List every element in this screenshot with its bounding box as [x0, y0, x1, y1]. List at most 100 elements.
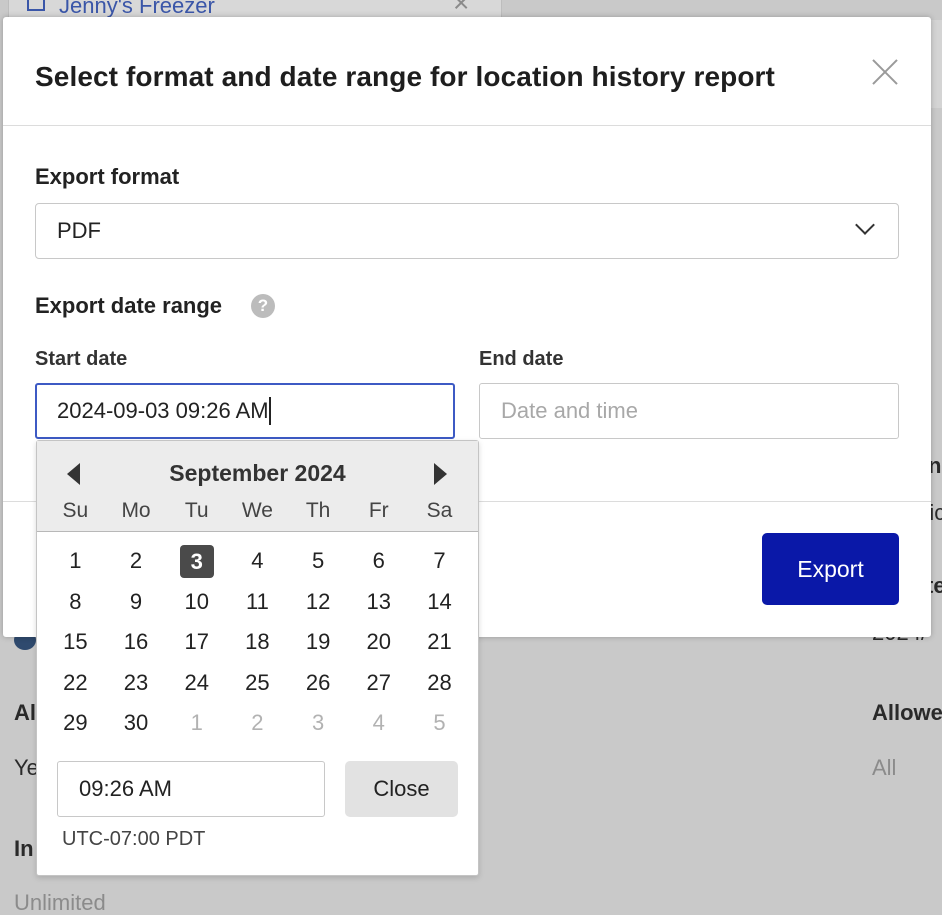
export-format-label: Export format: [35, 164, 180, 189]
document-icon: [27, 0, 45, 11]
time-input[interactable]: 09:26 AM: [57, 761, 325, 817]
calendar-day-number: 7: [433, 548, 446, 573]
background-value: Unlimited: [14, 890, 106, 915]
calendar-day[interactable]: 17: [166, 626, 227, 667]
calendar-day-number: 18: [245, 629, 270, 654]
calendar-day[interactable]: 24: [166, 667, 227, 708]
calendar-day[interactable]: 15: [45, 626, 106, 667]
calendar-day-number: 1: [190, 710, 203, 735]
calendar-day[interactable]: 2: [227, 707, 288, 748]
header-divider: [3, 125, 931, 126]
calendar-day[interactable]: 26: [288, 667, 349, 708]
calendar-day-number: 5: [311, 548, 325, 573]
calendar-day[interactable]: 14: [409, 586, 470, 627]
calendar-day-number: 24: [184, 669, 209, 695]
calendar-day-number: 12: [305, 588, 331, 614]
calendar-day-number: 16: [123, 629, 149, 654]
calendar-day-number: 4: [372, 710, 385, 735]
calendar-day-number: 22: [63, 669, 88, 695]
date-picker-popup: September 2024 Su Mo Tu We Th Fr Sa 1234…: [36, 440, 479, 876]
weekday-label: Th: [305, 499, 331, 522]
weekday-label: Fr: [368, 499, 389, 522]
calendar-day[interactable]: 1: [45, 545, 106, 586]
calendar-day[interactable]: 4: [227, 545, 288, 586]
background-label: Allowe: [872, 700, 942, 725]
weekday-row: Su Mo Tu We Th Fr Sa: [45, 499, 470, 523]
background-tab: Jenny's Freezer ×: [8, 0, 502, 18]
calendar-day[interactable]: 22: [45, 667, 106, 708]
calendar-day-number: 9: [129, 588, 143, 614]
calendar-day[interactable]: 18: [227, 626, 288, 667]
calendar-day[interactable]: 30: [106, 707, 167, 748]
calendar-day-number: 23: [123, 669, 149, 695]
calendar-day[interactable]: 1: [166, 707, 227, 748]
calendar-day-number: 8: [69, 588, 82, 614]
calendar-day[interactable]: 10: [166, 586, 227, 627]
calendar-day[interactable]: 20: [348, 626, 409, 667]
calendar-day-number: 3: [311, 710, 325, 735]
time-value: 09:26 AM: [79, 776, 172, 801]
calendar-week-row: 8 9 10 11 12 13 14: [45, 586, 470, 627]
calendar-week-row: 1 2 3 4 5 6 7: [45, 545, 470, 586]
calendar-day-number: 11: [245, 588, 269, 614]
calendar-day[interactable]: 21: [409, 626, 470, 667]
calendar-day-number: 30: [123, 710, 149, 735]
calendar-day-number: 6: [372, 548, 385, 573]
calendar-day[interactable]: 5: [288, 545, 349, 586]
calendar-day[interactable]: 16: [106, 626, 167, 667]
calendar-week-row: 15 16 17 18 19 20 21: [45, 626, 470, 667]
calendar-day-number: 28: [427, 669, 452, 695]
calendar-day-number: 10: [184, 588, 209, 614]
end-date-placeholder: Date and time: [501, 398, 638, 423]
modal-title: Select format and date range for locatio…: [35, 61, 775, 92]
calendar-day[interactable]: 8: [45, 586, 106, 627]
calendar-day-number: 20: [366, 629, 392, 654]
calendar-day[interactable]: 5: [409, 707, 470, 748]
chevron-down-icon: [855, 215, 875, 235]
export-button[interactable]: Export: [762, 533, 899, 605]
calendar-day[interactable]: 12: [288, 586, 349, 627]
calendar-day-number: 17: [184, 629, 209, 654]
calendar-day-number: 2: [251, 710, 264, 735]
calendar-day-number: 3: [179, 545, 214, 578]
end-date-input[interactable]: Date and time: [479, 383, 899, 439]
calendar-day[interactable]: 3: [288, 707, 349, 748]
weekday-label: We: [241, 499, 273, 522]
calendar-day[interactable]: 6: [348, 545, 409, 586]
calendar-day[interactable]: 7: [409, 545, 470, 586]
calendar-day[interactable]: 27: [348, 667, 409, 708]
calendar-day-number: 4: [251, 548, 264, 573]
calendar-day[interactable]: 13: [348, 586, 409, 627]
close-icon[interactable]: [869, 55, 901, 87]
calendar-week-row: 22 23 24 25 26 27 28: [45, 667, 470, 708]
calendar-day[interactable]: 9: [106, 586, 167, 627]
background-scroll-edge: [930, 20, 942, 108]
next-month-icon[interactable]: [434, 463, 447, 485]
calendar-day-selected[interactable]: 3: [166, 545, 227, 586]
calendar-day-number: 21: [427, 629, 452, 654]
calendar-day[interactable]: 19: [288, 626, 349, 667]
weekday-label: Su: [62, 499, 89, 522]
weekday-label: Mo: [121, 499, 151, 522]
calendar-day-number: 1: [69, 548, 82, 573]
calendar-day[interactable]: 2: [106, 545, 167, 586]
calendar-day-number: 27: [366, 669, 392, 695]
timezone-label: UTC-07:00 PDT: [62, 828, 206, 850]
date-picker-header: September 2024 Su Mo Tu We Th Fr Sa: [37, 441, 478, 532]
date-range-label: Export date range: [35, 293, 223, 318]
calendar-day[interactable]: 28: [409, 667, 470, 708]
calendar-day[interactable]: 23: [106, 667, 167, 708]
calendar-day-number: 25: [245, 669, 270, 695]
close-button[interactable]: Close: [345, 761, 458, 817]
background-label: In: [14, 836, 34, 861]
calendar-day[interactable]: 4: [348, 707, 409, 748]
calendar-day[interactable]: 11: [227, 586, 288, 627]
calendar-day-number: 19: [305, 629, 331, 654]
calendar-day[interactable]: 29: [45, 707, 106, 748]
export-format-select[interactable]: PDF: [35, 203, 899, 259]
calendar-day[interactable]: 25: [227, 667, 288, 708]
start-date-input[interactable]: 2024-09-03 09:26 AM: [35, 383, 455, 439]
weekday-label: Tu: [184, 499, 209, 522]
start-date-value: 2024-09-03 09:26 AM: [57, 398, 269, 423]
help-icon[interactable]: ?: [251, 294, 275, 318]
